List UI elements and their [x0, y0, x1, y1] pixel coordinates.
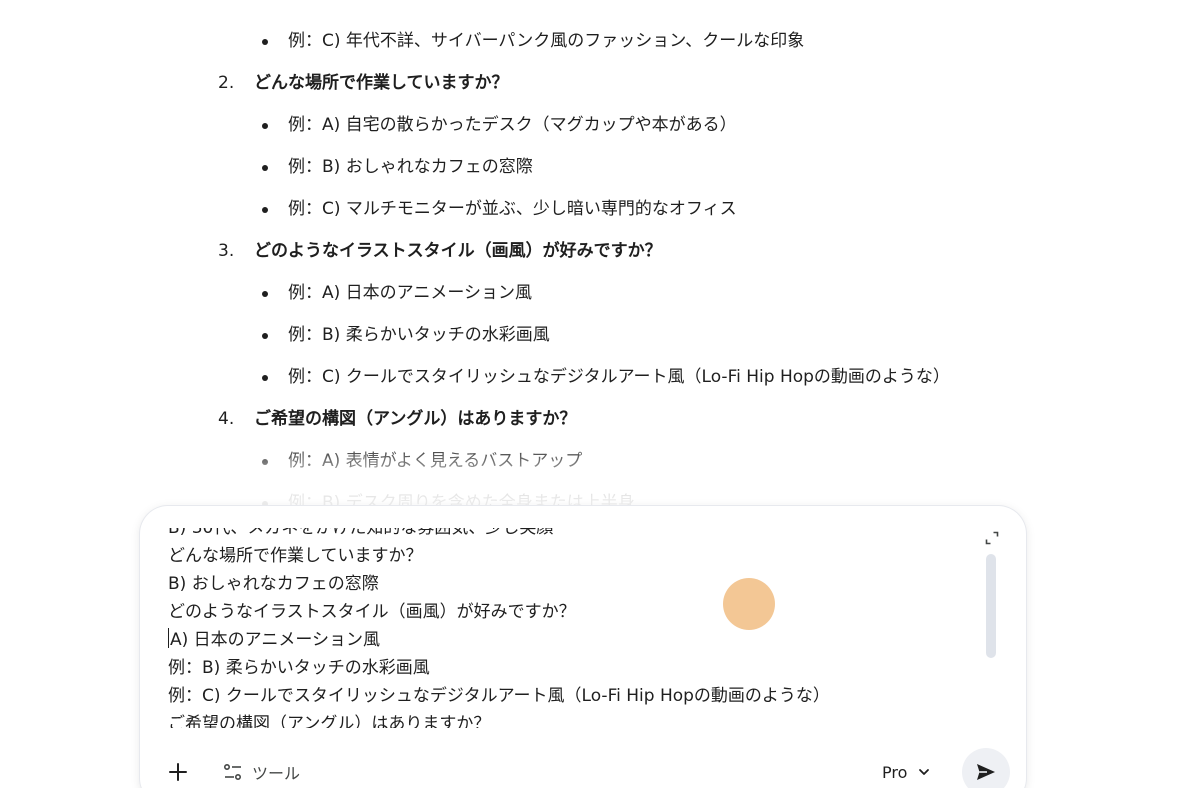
list-item-text: 例：A) 表情がよく見えるバストアップ: [288, 451, 583, 471]
question-text: どのようなイラストスタイル（画風）が好みですか？: [254, 241, 662, 261]
question-text: ご希望の構図（アングル）はありますか？: [254, 409, 577, 429]
question-item: 3. どのようなイラストスタイル（画風）が好みですか？: [218, 239, 662, 263]
send-button[interactable]: [962, 748, 1010, 788]
bullet-dot: [262, 207, 268, 213]
prompt-line-with-caret: A) 日本のアニメーション風: [168, 626, 988, 654]
list-item-text: 例：B) おしゃれなカフェの窓際: [288, 157, 533, 177]
expand-icon[interactable]: [984, 530, 1000, 546]
composer-scrollbar[interactable]: [986, 554, 996, 658]
prompt-line: A) 日本のアニメーション風: [170, 630, 380, 650]
sliders-icon: [223, 763, 242, 781]
list-item-text: 例：A) 自宅の散らかったデスク（マグカップや本がある）: [288, 115, 737, 135]
prompt-composer: B) 30代、メガネをかけた知的な雰囲気、少し笑顔 どんな場所で作業していますか…: [140, 506, 1026, 788]
list-item-text: 例：C) マルチモニターが並ぶ、少し暗い専門的なオフィス: [288, 199, 737, 219]
bullet-dot: [262, 123, 268, 129]
list-item-text: 例：A) 日本のアニメーション風: [288, 283, 532, 303]
plus-icon: [169, 763, 187, 781]
question-item: 4. ご希望の構図（アングル）はありますか？: [218, 407, 576, 431]
model-label: Pro: [882, 762, 908, 782]
prompt-input[interactable]: B) 30代、メガネをかけた知的な雰囲気、少し笑顔 どんな場所で作業していますか…: [168, 528, 988, 728]
tools-label: ツール: [252, 764, 301, 783]
prompt-line: 例：C) クールでスタイリッシュなデジタルアート風（Lo-Fi Hip Hopの…: [168, 686, 830, 706]
list-item-text: 例：B) 柔らかいタッチの水彩画風: [288, 325, 550, 345]
bullet-dot: [262, 375, 268, 381]
prompt-line: B) 30代、メガネをかけた知的な雰囲気、少し笑顔: [168, 528, 554, 538]
bullet-dot: [262, 459, 268, 465]
question-number: 3.: [218, 241, 235, 261]
bullet-dot: [262, 291, 268, 297]
bullet-dot: [262, 39, 268, 45]
list-item-text: 例：C) 年代不詳、サイバーパンク風のファッション、クールな印象: [288, 31, 805, 51]
question-number: 2.: [218, 73, 235, 93]
composer-toolbar: ツール Pro: [140, 746, 1026, 788]
bullet-dot: [262, 333, 268, 339]
prompt-line: ご希望の構図（アングル）はありますか？: [168, 714, 491, 728]
send-icon: [977, 764, 995, 780]
text-caret: [168, 628, 169, 648]
add-button[interactable]: [166, 760, 190, 784]
bullet-dot: [262, 165, 268, 171]
question-text: どんな場所で作業していますか？: [254, 73, 509, 93]
prompt-line: どんな場所で作業していますか？: [168, 546, 423, 566]
prompt-line: B) おしゃれなカフェの窓際: [168, 574, 379, 594]
cursor-highlight: [723, 578, 775, 630]
model-selector[interactable]: Pro: [882, 758, 931, 786]
question-item: 2. どんな場所で作業していますか？: [218, 71, 509, 95]
list-item-text: 例：C) クールでスタイリッシュなデジタルアート風（Lo-Fi Hip Hopの…: [288, 367, 950, 387]
question-number: 4.: [218, 409, 235, 429]
chevron-down-icon: [919, 769, 930, 775]
tools-button[interactable]: ツール: [222, 758, 300, 786]
prompt-line: 例：B) 柔らかいタッチの水彩画風: [168, 658, 430, 678]
prompt-line: どのようなイラストスタイル（画風）が好みですか？: [168, 602, 576, 622]
chat-response: 例：C) 年代不詳、サイバーパンク風のファッション、クールな印象 2. どんな場所…: [0, 0, 1200, 520]
